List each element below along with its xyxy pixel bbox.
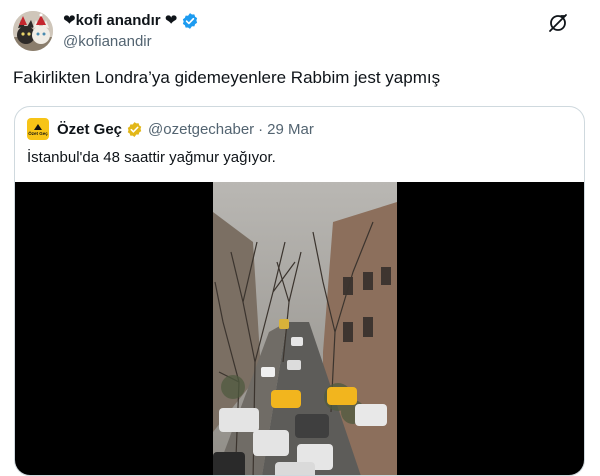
author-handle[interactable]: @kofianandir (63, 32, 152, 52)
author-avatar[interactable] (13, 11, 53, 51)
quoted-tweet-text: İstanbul'da 48 saattir yağmur yağıyor. (27, 149, 276, 166)
quoted-tweet-date[interactable]: 29 Mar (267, 121, 314, 138)
quoted-author-name[interactable]: Özet Geç (57, 121, 122, 138)
quoted-tweet-header: Özet Geç Özet Geç @ozetgechaber · 29 Mar (27, 118, 314, 140)
separator-dot: · (258, 120, 264, 138)
verified-badge-icon (181, 12, 199, 30)
quoted-tweet[interactable]: Özet Geç Özet Geç @ozetgechaber · 29 Mar… (14, 106, 585, 476)
quoted-author-handle[interactable]: @ozetgechaber (148, 121, 254, 138)
tweet-text: Fakirlikten Londra’ya gidemeyenlere Rabb… (13, 68, 441, 87)
quoted-avatar-logo-text: Özet Geç (28, 130, 48, 136)
quoted-author-avatar[interactable]: Özet Geç (27, 118, 49, 140)
video-thumbnail (213, 182, 397, 475)
gold-verified-badge-icon (126, 121, 143, 138)
video-player[interactable] (15, 182, 584, 475)
logo-mark-icon (34, 123, 42, 130)
grok-icon[interactable] (547, 12, 569, 34)
author-name[interactable]: ❤kofi anandır ❤ (63, 11, 199, 31)
tweet-card: ❤kofi anandır ❤ @kofianandir Fakirlikten… (0, 0, 600, 476)
author-name-text[interactable]: ❤kofi anandır ❤ (63, 11, 177, 31)
